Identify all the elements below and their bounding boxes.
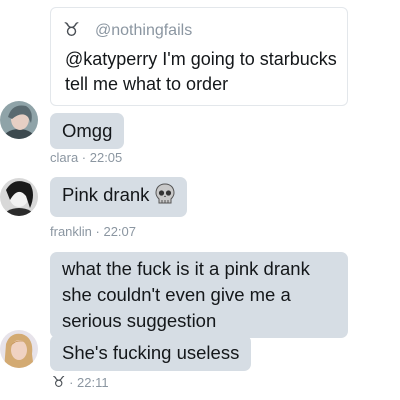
message-bubble: Omgg bbox=[50, 113, 125, 149]
avatar-third[interactable] bbox=[0, 330, 38, 368]
message-text: Pink drank bbox=[62, 184, 150, 205]
avatar-franklin[interactable] bbox=[0, 178, 38, 216]
quoted-tweet-text: @katyperry I'm going to starbucks tell m… bbox=[65, 49, 337, 94]
message-meta: ♉︎ · 22:11 bbox=[52, 375, 109, 391]
skull-icon bbox=[155, 183, 175, 212]
message-bubble: what the fuck is it a pink drank she cou… bbox=[50, 252, 348, 338]
message-meta: franklin · 22:07 bbox=[50, 224, 136, 239]
meta-time: 22:11 bbox=[77, 375, 109, 390]
message-bubble: Pink drank bbox=[50, 177, 188, 217]
meta-separator: · bbox=[69, 375, 74, 390]
taurus-icon: ♉︎ bbox=[52, 374, 66, 391]
quoted-tweet-card[interactable]: ♉︎ @nothingfails @katyperry I'm going to… bbox=[50, 7, 348, 106]
message-bubble: She's fucking useless bbox=[50, 335, 252, 371]
avatar-clara[interactable] bbox=[0, 101, 38, 139]
message-meta: clara · 22:05 bbox=[50, 150, 123, 165]
taurus-icon: ♉︎ bbox=[63, 20, 81, 41]
quoted-tweet-header: ♉︎ @nothingfails bbox=[63, 21, 192, 40]
quoted-tweet-handle[interactable]: @nothingfails bbox=[95, 21, 192, 40]
